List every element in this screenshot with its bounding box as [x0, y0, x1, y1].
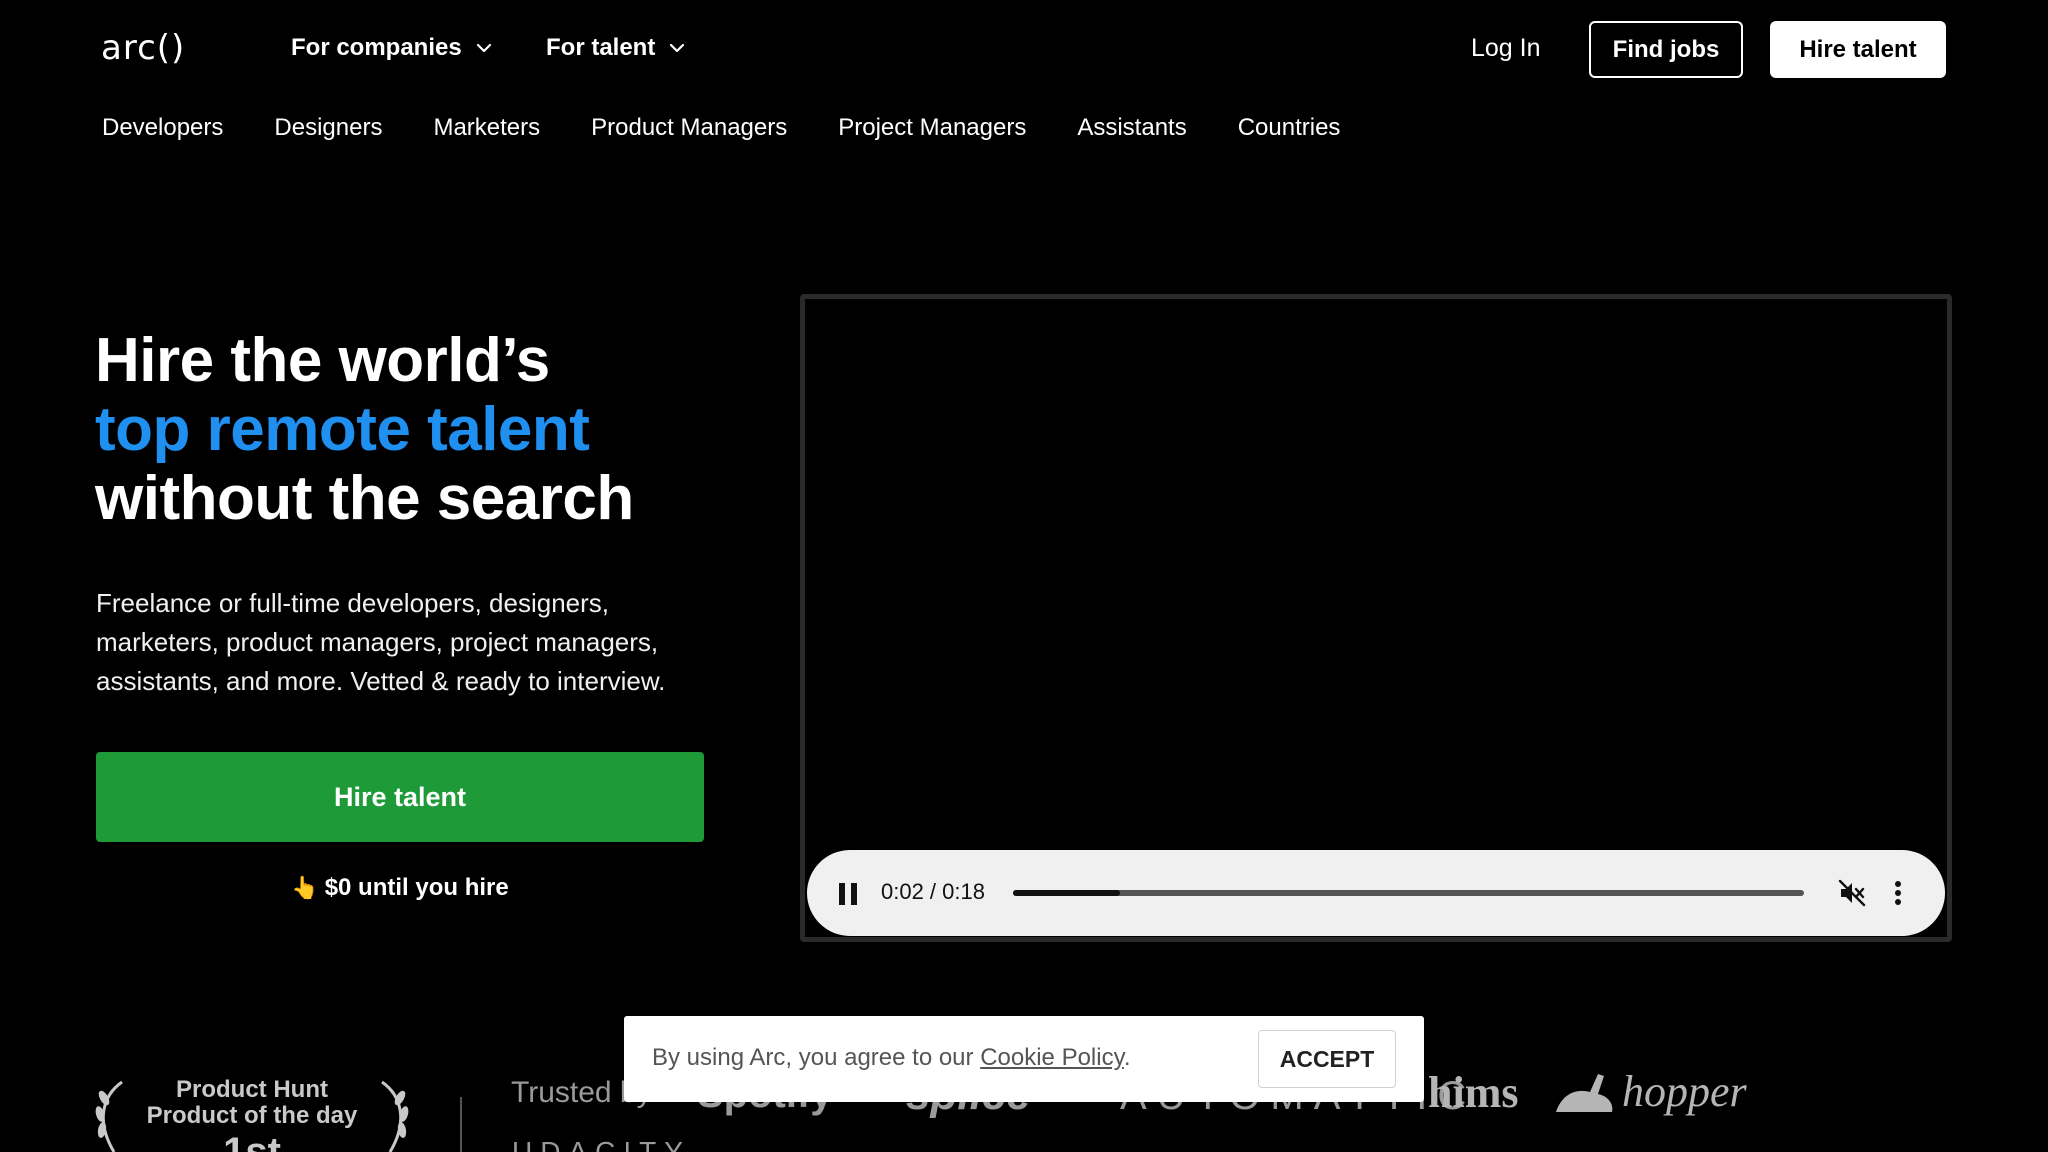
award-line1: Product Hunt: [176, 1076, 328, 1103]
subnav-assistants[interactable]: Assistants: [1077, 114, 1186, 142]
find-jobs-button[interactable]: Find jobs: [1589, 21, 1743, 78]
more-options-icon[interactable]: [1892, 878, 1904, 908]
divider: [460, 1097, 462, 1152]
cookie-banner: By using Arc, you agree to our Cookie Po…: [624, 1016, 1424, 1102]
accept-cookies-button[interactable]: ACCEPT: [1258, 1030, 1396, 1088]
nav-for-companies-label: For companies: [291, 34, 462, 61]
pointing-hand-icon: 👆: [291, 875, 319, 900]
award-line2: Product of the day: [146, 1102, 358, 1129]
hero-title-highlight: top remote talent: [95, 395, 590, 464]
login-link[interactable]: Log In: [1471, 34, 1541, 63]
video-progress-fill: [1013, 890, 1120, 896]
mute-icon[interactable]: [1837, 878, 1867, 908]
cookie-text-prefix: By using Arc, you agree to our: [652, 1044, 981, 1071]
subnav-countries[interactable]: Countries: [1238, 114, 1341, 142]
hero-title: Hire the world’s top remote talent witho…: [95, 326, 634, 533]
cookie-policy-link[interactable]: Cookie Policy: [980, 1044, 1124, 1071]
video-progress-bar[interactable]: [1013, 890, 1804, 896]
hopper-bunny-icon: [1556, 1074, 1613, 1112]
hire-talent-header-button[interactable]: Hire talent: [1770, 21, 1946, 78]
cookie-text: By using Arc, you agree to our Cookie Po…: [652, 1044, 1130, 1072]
hero-description: Freelance or full-time developers, desig…: [96, 588, 666, 696]
hire-talent-cta-button[interactable]: Hire talent: [96, 752, 704, 842]
category-nav: Developers Designers Marketers Product M…: [102, 114, 1340, 142]
chevron-down-icon: [670, 43, 685, 53]
page: arc() For companies For talent Log In Fi…: [0, 0, 2048, 1152]
award-line3: 1st: [223, 1130, 281, 1152]
hims-logo: hims: [1428, 1068, 1519, 1117]
subnav-designers[interactable]: Designers: [274, 114, 382, 142]
udacity-logo: UDACITY: [512, 1136, 691, 1152]
subnav-developers[interactable]: Developers: [102, 114, 223, 142]
header: arc() For companies For talent Log In Fi…: [0, 0, 2048, 100]
arc-logo[interactable]: arc(): [101, 28, 185, 68]
pause-icon[interactable]: [839, 883, 857, 905]
video-time: 0:02 / 0:18: [881, 879, 985, 904]
cookie-text-suffix: .: [1123, 1044, 1131, 1071]
product-hunt-award: Product Hunt Product of the day 1st: [92, 1074, 412, 1152]
subnav-marketers[interactable]: Marketers: [433, 114, 540, 142]
nav-for-talent[interactable]: For talent: [546, 34, 687, 62]
hopper-logo: hopper: [1622, 1067, 1747, 1116]
nav-for-companies[interactable]: For companies: [291, 34, 494, 62]
hero-title-line1: Hire the world’s: [95, 326, 550, 395]
subnav-project-managers[interactable]: Project Managers: [838, 114, 1026, 142]
pricing-note: 👆 $0 until you hire: [96, 874, 704, 902]
chevron-down-icon: [476, 43, 491, 53]
pricing-note-text: $0 until you hire: [324, 874, 509, 901]
subnav-product-managers[interactable]: Product Managers: [591, 114, 787, 142]
video-controls: 0:02 / 0:18: [807, 850, 1945, 936]
hero-video[interactable]: [800, 294, 1952, 942]
hero-title-line3: without the search: [95, 464, 634, 533]
nav-for-talent-label: For talent: [546, 34, 656, 61]
